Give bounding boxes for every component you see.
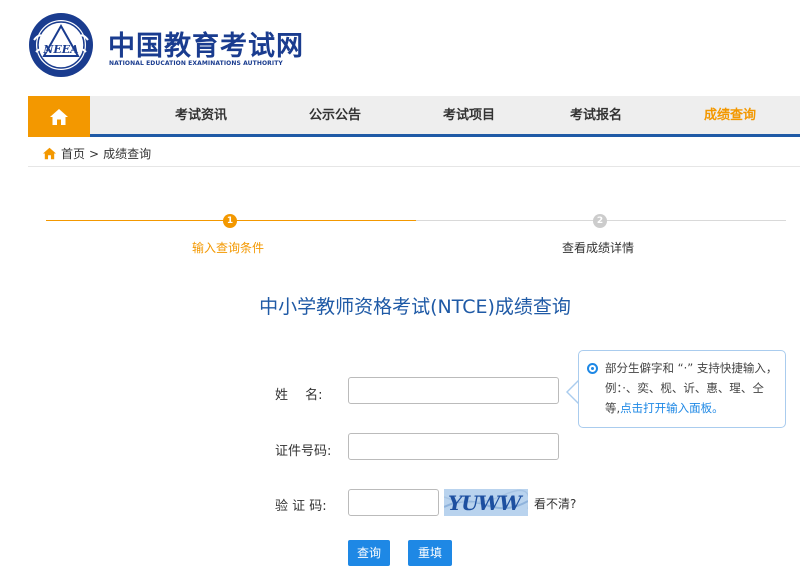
neea-emblem-icon: NEEA — [29, 13, 93, 77]
step-1-marker: 1 — [223, 214, 237, 228]
breadcrumb-current: 成绩查询 — [103, 147, 152, 161]
nav-item-exam-news[interactable]: 考试资讯 — [146, 96, 256, 137]
captcha-text: YUWW — [448, 491, 522, 515]
id-number-input[interactable] — [348, 433, 559, 460]
home-icon — [50, 108, 68, 125]
captcha-input[interactable] — [348, 489, 439, 516]
nav-item-exam-projects[interactable]: 考试项目 — [414, 96, 524, 137]
captcha-refresh-link[interactable]: 看不清? — [534, 495, 576, 512]
nav-item-announcements[interactable]: 公示公告 — [280, 96, 390, 137]
step-2-label: 查看成绩详情 — [562, 241, 635, 255]
nav-home-button[interactable] — [28, 96, 90, 137]
info-radio-icon — [587, 363, 598, 374]
breadcrumb-divider — [28, 166, 800, 167]
name-label: 姓 名: — [275, 388, 323, 403]
breadcrumb: 首页 > 成绩查询 — [42, 145, 151, 162]
captcha-label: 验 证 码: — [275, 499, 327, 514]
id-number-label: 证件号码: — [275, 444, 332, 459]
captcha-image[interactable]: YUWW — [444, 489, 528, 516]
site-logo[interactable]: NEEA 中国教育考试网 NATIONAL EDUCATION EXAMINAT… — [28, 12, 328, 82]
reset-button[interactable]: 重填 — [408, 540, 452, 566]
nav-item-score-query[interactable]: 成绩查询 — [675, 96, 785, 137]
breadcrumb-separator: > — [89, 146, 100, 161]
step-1-label: 输入查询条件 — [192, 241, 265, 255]
open-input-panel-link[interactable]: 点击打开输入面板。 — [620, 401, 724, 415]
svg-text:NEEA: NEEA — [42, 43, 79, 56]
home-icon — [43, 147, 56, 160]
query-button[interactable]: 查询 — [348, 540, 390, 566]
input-tip-bubble: 部分生僻字和 “·” 支持快捷输入，例：·、奕、枧、䜣、惠、瑆、仝等,点击打开输… — [578, 350, 786, 428]
page-title: 中小学教师资格考试(NTCE)成绩查询 — [259, 296, 571, 318]
breadcrumb-home-link[interactable]: 首页 — [61, 145, 85, 162]
step-2-marker: 2 — [593, 214, 607, 228]
main-nav: 考试资讯 公示公告 考试项目 考试报名 成绩查询 — [28, 96, 800, 137]
logo-subtitle: NATIONAL EDUCATION EXAMINATIONS AUTHORIT… — [109, 60, 283, 67]
nav-item-exam-registration[interactable]: 考试报名 — [541, 96, 651, 137]
logo-title: 中国教育考试网 — [108, 31, 304, 62]
name-input[interactable] — [348, 377, 559, 404]
